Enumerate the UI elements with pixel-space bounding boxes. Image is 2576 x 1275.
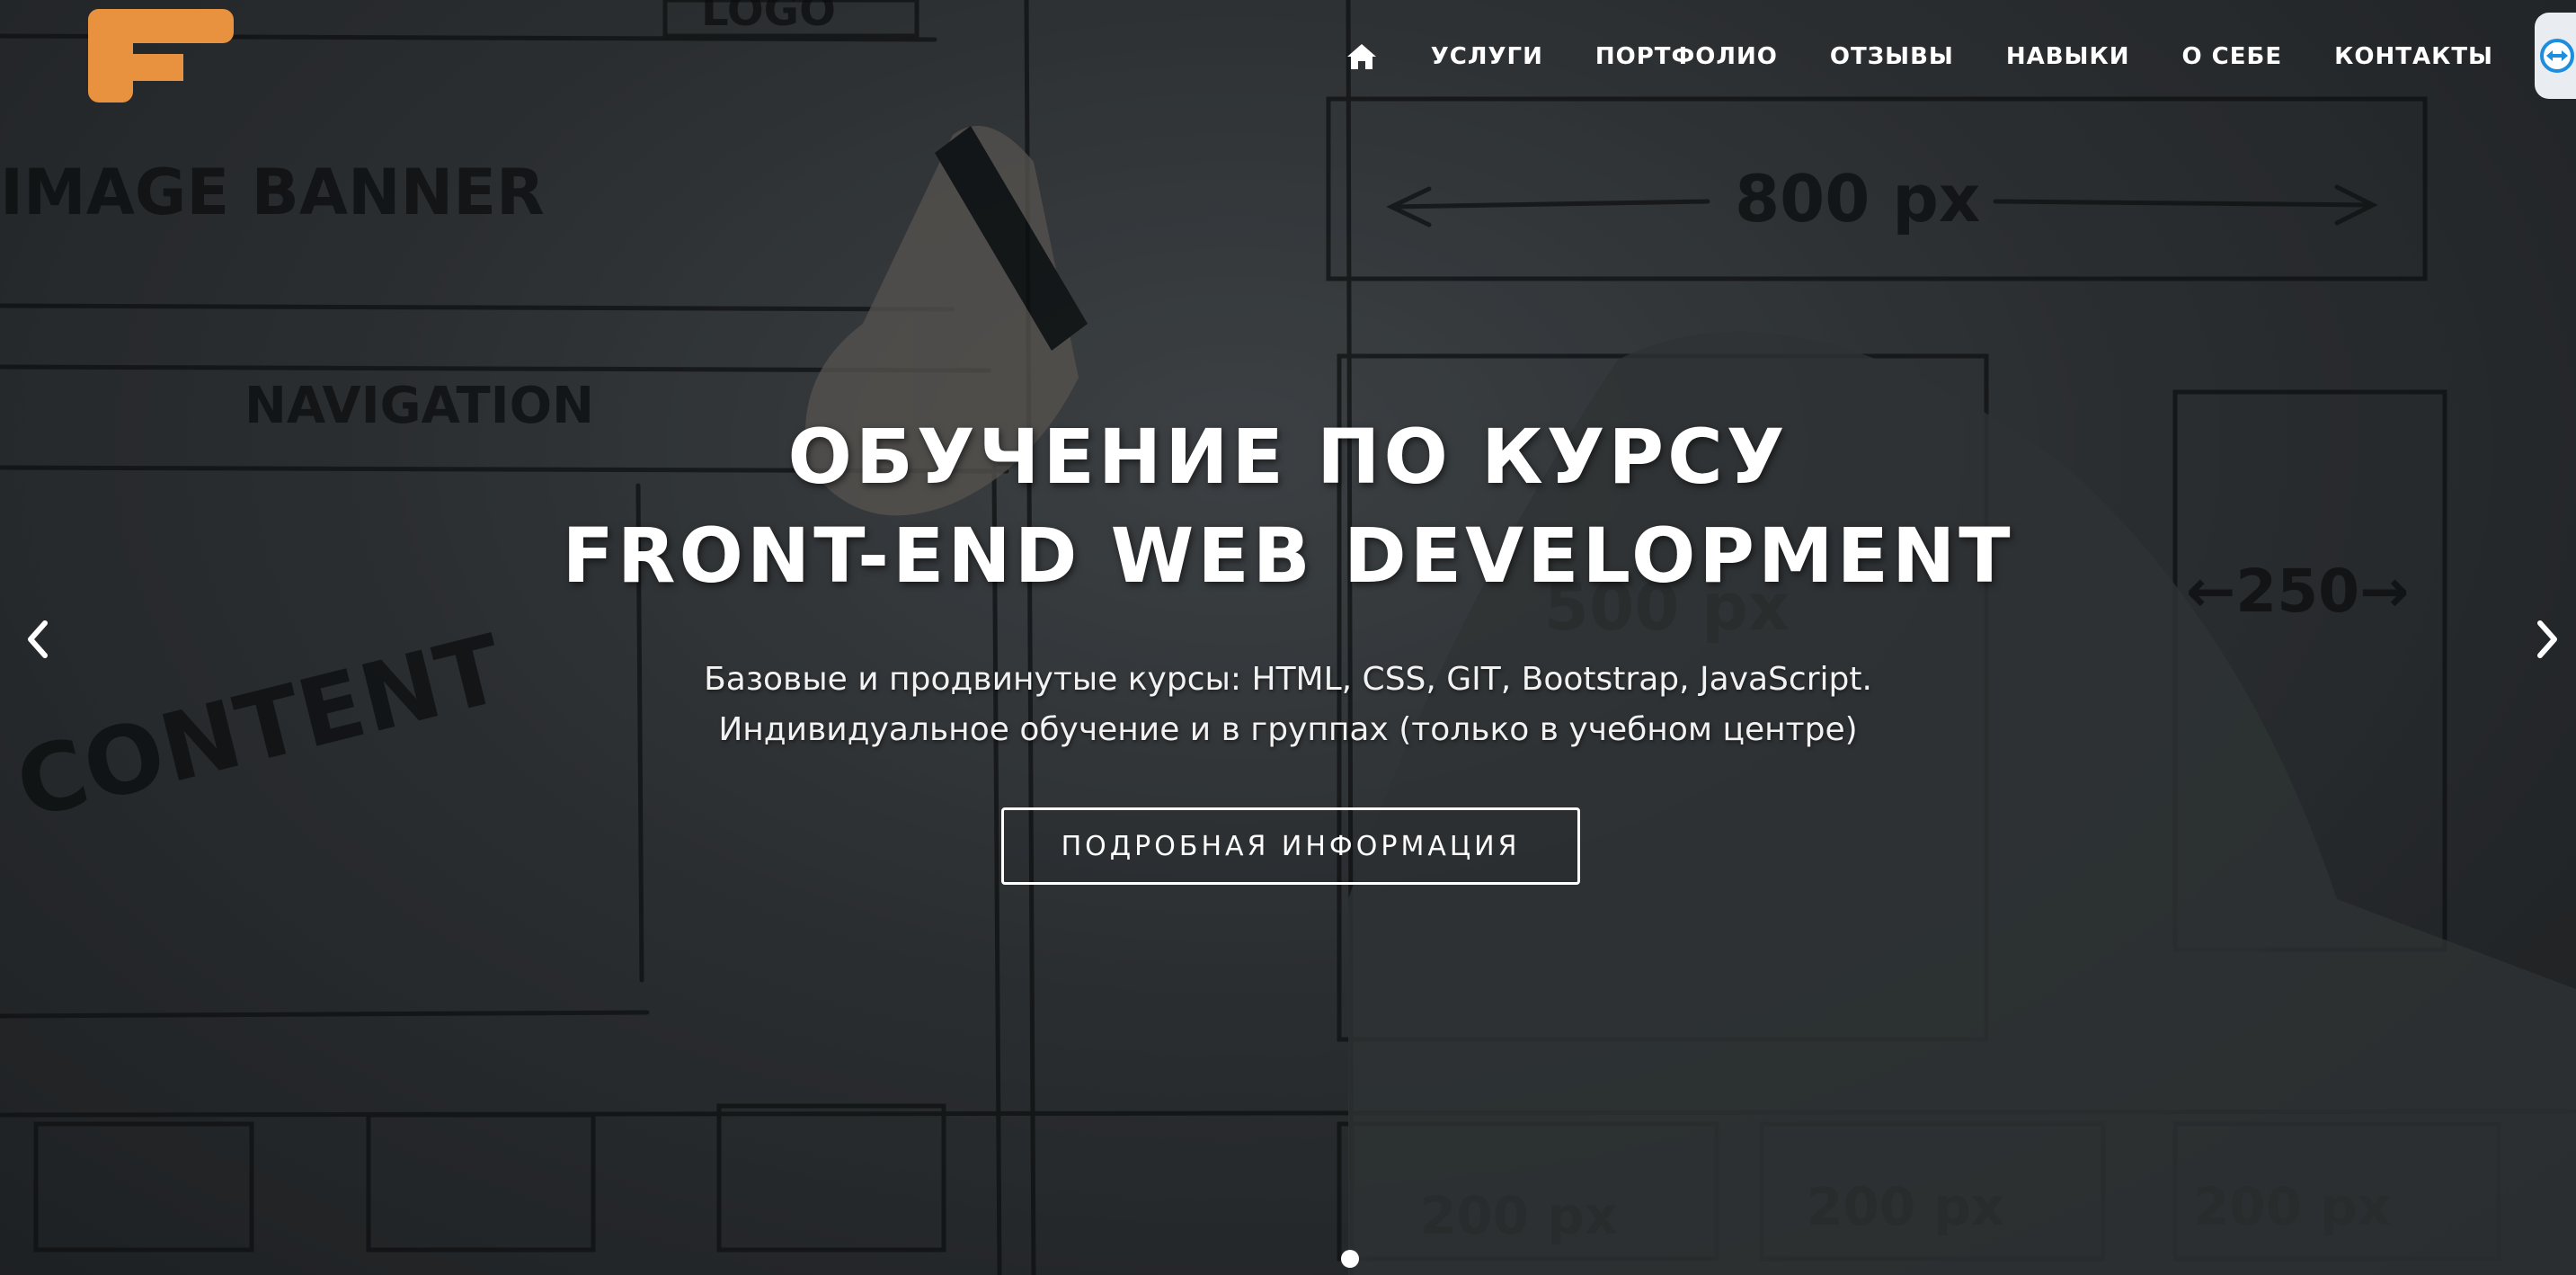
carousel-indicators [1341, 1250, 1359, 1268]
more-info-button[interactable]: ПОДРОБНАЯ ИНФОРМАЦИЯ [1001, 807, 1580, 885]
hero-title-line2: FRONT-END WEB DEVELOPMENT [562, 512, 2014, 601]
hero-subtitle: Базовые и продвинутые курсы: HTML, CSS, … [0, 655, 2576, 755]
hero-subtitle-line1: Базовые и продвинутые курсы: HTML, CSS, … [704, 661, 1872, 698]
logo[interactable] [84, 5, 237, 106]
carousel-prev-button[interactable] [13, 615, 61, 664]
nav-item-reviews[interactable]: ОТЗЫВЫ [1830, 43, 1954, 70]
nav-item-about[interactable]: О СЕБЕ [2182, 43, 2283, 70]
hero-title-line1: ОБУЧЕНИЕ ПО КУРСУ [787, 413, 1789, 502]
nav-home-icon[interactable] [1345, 41, 1379, 72]
hero-subtitle-line2: Индивидуальное обучение и в группах (тол… [718, 711, 1858, 748]
chevron-left-icon [28, 620, 48, 658]
main-navigation: УСЛУГИ ПОРТФОЛИО ОТЗЫВЫ НАВЫКИ О СЕБЕ КО… [1345, 36, 2493, 77]
chevron-right-icon [2537, 620, 2557, 658]
teamviewer-side-tab[interactable] [2535, 13, 2576, 99]
nav-item-services[interactable]: УСЛУГИ [1431, 43, 1543, 70]
hero-title: ОБУЧЕНИЕ ПО КУРСУ FRONT-END WEB DEVELOPM… [0, 407, 2576, 605]
hero-carousel: LOGO IMAGE BANNER NAVIGATION 800 px 500 … [0, 0, 2576, 1275]
nav-item-contacts[interactable]: КОНТАКТЫ [2334, 43, 2493, 70]
carousel-next-button[interactable] [2524, 615, 2572, 664]
nav-item-skills[interactable]: НАВЫКИ [2006, 43, 2130, 70]
dark-overlay [0, 0, 2576, 1275]
carousel-indicator-active[interactable] [1341, 1250, 1359, 1268]
teamviewer-icon [2540, 39, 2574, 73]
nav-item-portfolio[interactable]: ПОРТФОЛИО [1595, 43, 1778, 70]
home-icon [1346, 44, 1376, 69]
